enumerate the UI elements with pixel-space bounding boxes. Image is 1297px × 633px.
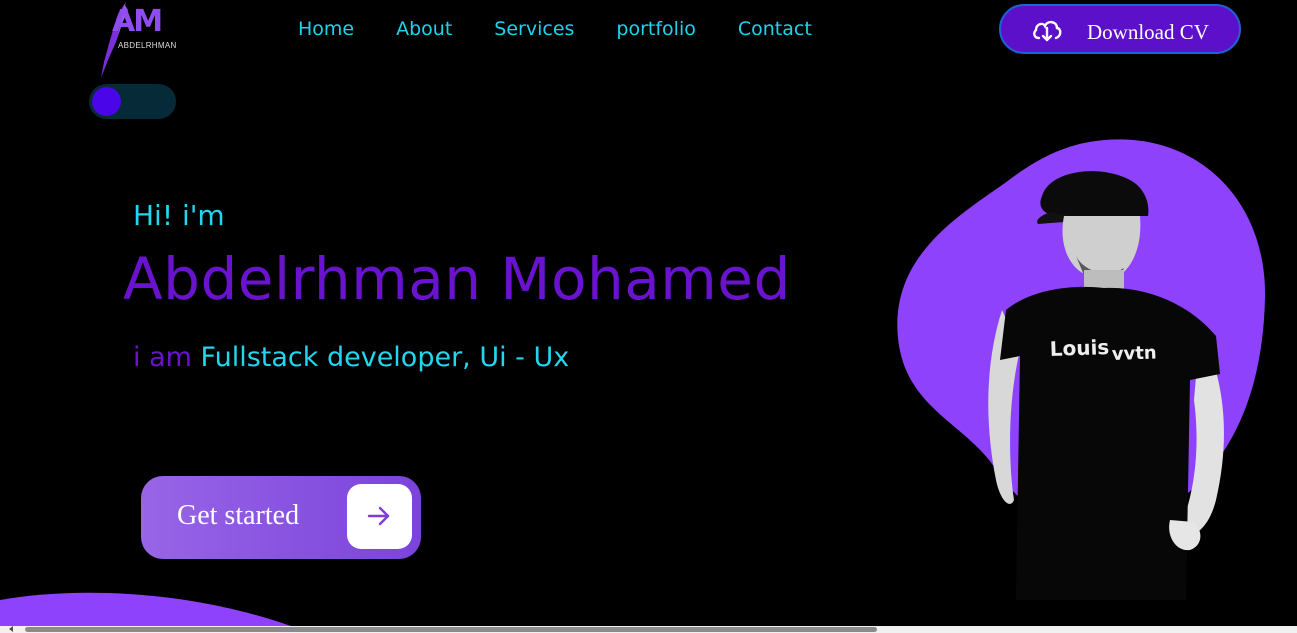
arrow-right-icon [367, 506, 390, 526]
hero-greeting: Hi! i'm [133, 199, 225, 232]
nav-contact[interactable]: Contact [738, 18, 812, 40]
profile-photo: Louis vvtn [988, 171, 1224, 600]
logo-subtitle: ABDELRHMAN [118, 41, 177, 50]
nav-home[interactable]: Home [298, 18, 354, 40]
cloud-download-icon [1033, 20, 1062, 42]
site-logo[interactable]: AM ABDELRHMAN [98, 0, 180, 80]
logo-mark: AM [112, 4, 163, 39]
horizontal-scrollbar[interactable] [0, 626, 1297, 633]
get-started-button[interactable]: Get started [141, 476, 421, 559]
hero-name: Abdelrhman Mohamed [123, 245, 791, 313]
svg-text:vvtn: vvtn [1111, 342, 1157, 365]
scroll-left-arrow-icon[interactable] [9, 626, 13, 632]
hero-role: i am Fullstack developer, Ui - Ux [133, 342, 569, 373]
hero-role-prefix: i am [133, 342, 192, 373]
get-started-label: Get started [177, 500, 300, 531]
hero-role-title: Fullstack developer, Ui - Ux [200, 342, 570, 373]
main-nav: Home About Services portfolio Contact [298, 18, 854, 40]
nav-services[interactable]: Services [494, 18, 574, 40]
scrollbar-thumb[interactable] [25, 627, 877, 632]
download-cv-label: Download CV [1087, 20, 1209, 44]
get-started-arrow-box [347, 484, 412, 549]
nav-about[interactable]: About [396, 18, 452, 40]
theme-toggle-knob [92, 87, 121, 116]
nav-portfolio[interactable]: portfolio [616, 18, 695, 40]
svg-text:Louis: Louis [1049, 335, 1109, 361]
download-cv-button[interactable]: Download CV [999, 4, 1241, 54]
theme-toggle[interactable] [89, 84, 176, 119]
